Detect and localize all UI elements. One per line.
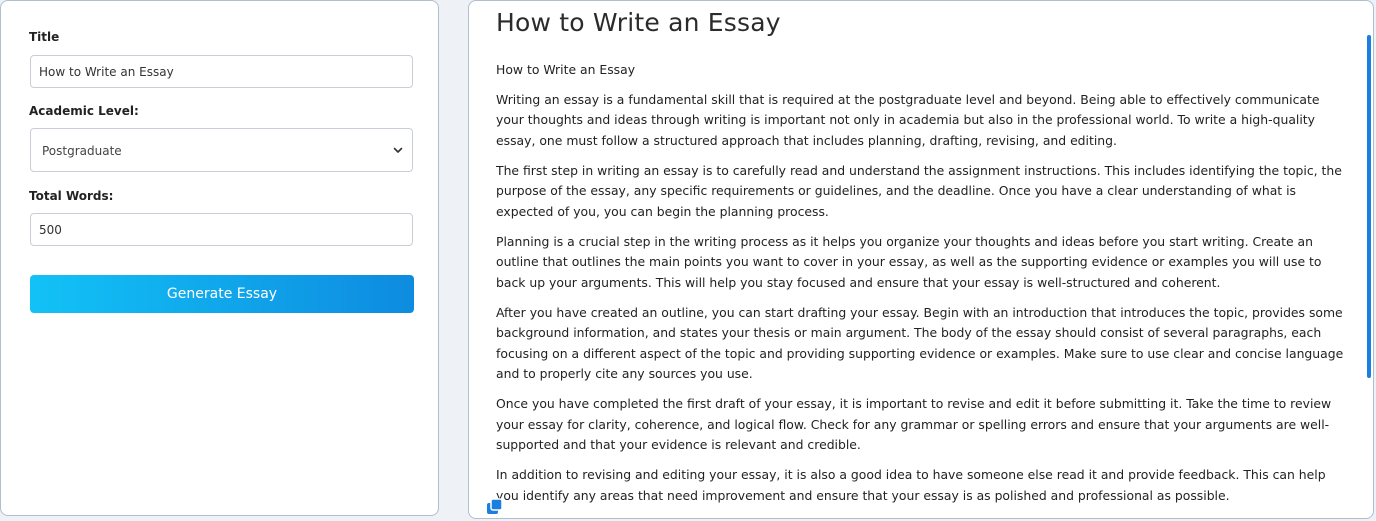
essay-body: How to Write an Essay Writing an essay i… <box>496 60 1348 506</box>
essay-output-panel: How to Write an Essay How to Write an Es… <box>468 0 1374 519</box>
essay-paragraph: Once you have completed the first draft … <box>496 396 1332 452</box>
essay-scrollbar[interactable] <box>1367 35 1371 378</box>
essay-content[interactable]: How to Write an Essay How to Write an Es… <box>496 1 1348 506</box>
essay-title: How to Write an Essay <box>496 8 781 37</box>
essay-form-panel: Title Academic Level: Postgraduate Total… <box>0 0 439 516</box>
essay-paragraph: In addition to revising and editing your… <box>496 467 1326 503</box>
title-input[interactable] <box>30 55 413 88</box>
essay-paragraph: Writing an essay is a fundamental skill … <box>496 91 1320 148</box>
academic-level-label: Academic Level: <box>29 104 139 118</box>
total-words-input[interactable] <box>30 213 413 246</box>
total-words-label: Total Words: <box>29 189 114 203</box>
essay-generator-page: Title Academic Level: Postgraduate Total… <box>0 0 1376 521</box>
essay-paragraph: After you have created an outline, you c… <box>496 304 1344 382</box>
title-label: Title <box>29 30 60 44</box>
essay-paragraph: Planning is a crucial step in the writin… <box>496 233 1322 290</box>
copy-icon[interactable] <box>485 497 505 517</box>
chevron-down-icon <box>393 147 403 153</box>
essay-paragraph: The first step in writing an essay is to… <box>496 162 1342 219</box>
essay-heading: How to Write an Essay <box>496 62 636 77</box>
academic-level-select[interactable]: Postgraduate <box>30 128 413 172</box>
academic-level-value: Postgraduate <box>42 144 122 158</box>
generate-essay-button[interactable]: Generate Essay <box>30 275 414 313</box>
